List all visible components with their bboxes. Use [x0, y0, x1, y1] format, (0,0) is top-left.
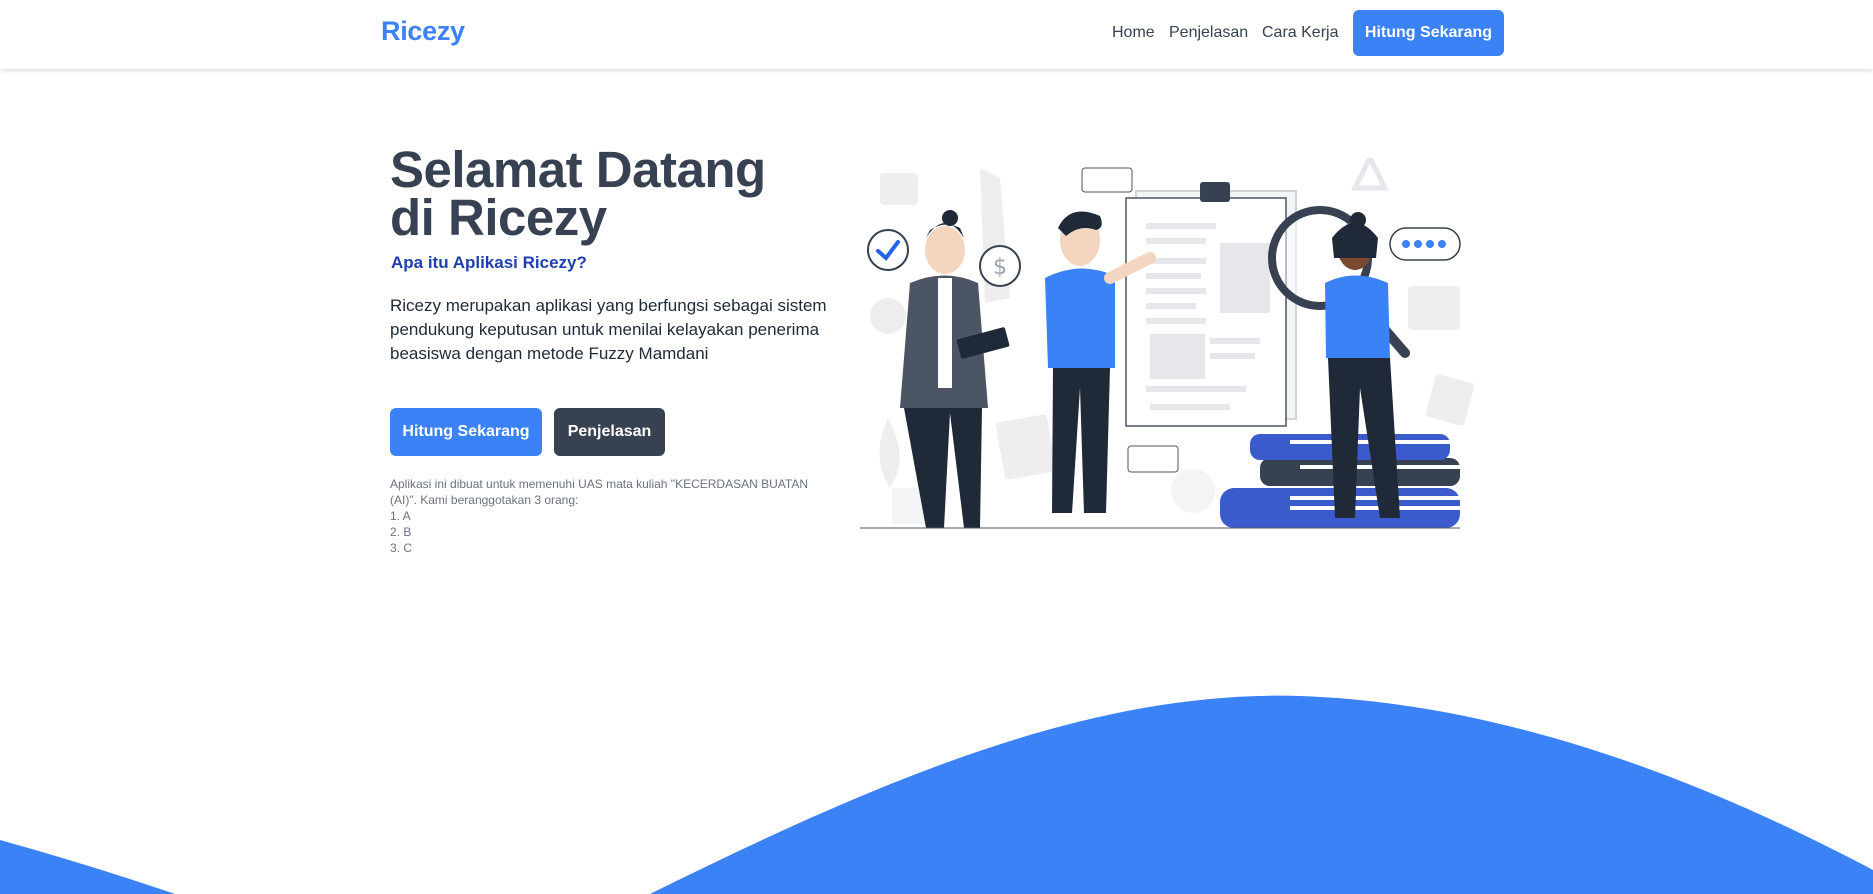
hero-title: Selamat Datang di Ricezy [390, 141, 850, 246]
hero-subtitle: Apa itu Aplikasi Ricezy? [391, 253, 587, 272]
member-item: 1. A [390, 509, 411, 523]
hitung-sekarang-button[interactable]: Hitung Sekarang [390, 408, 542, 456]
rating-bubble-icon [1389, 227, 1461, 261]
dollar-bubble-icon: $ [979, 245, 1021, 287]
navbar: Ricezy Home Penjelasan Cara Kerja Hitung… [0, 0, 1873, 69]
hero-title-line1: Selamat Datang [390, 141, 766, 198]
member-item: 3. C [390, 541, 413, 555]
wave-decoration [0, 695, 1873, 894]
nav-link-cara-kerja[interactable]: Cara Kerja [1262, 24, 1338, 42]
project-note-intro: Aplikasi ini dibuat untuk memenuhi UAS m… [390, 477, 808, 507]
checkmark-bubble-icon [867, 229, 909, 271]
hero-title-line2: di Ricezy [390, 189, 607, 246]
hero-description: Ricezy merupakan aplikasi yang berfungsi… [390, 296, 827, 363]
nav-link-penjelasan[interactable]: Penjelasan [1169, 24, 1248, 42]
nav-link-home[interactable]: Home [1112, 24, 1155, 42]
nav-hitung-sekarang-button[interactable]: Hitung Sekarang [1353, 10, 1504, 56]
brand-logo[interactable]: Ricezy [381, 16, 465, 47]
team-research-illustration: $ [860, 158, 1475, 529]
dollar-symbol: $ [993, 255, 1007, 280]
project-note: Aplikasi ini dibuat untuk memenuhi UAS m… [390, 476, 810, 556]
penjelasan-button[interactable]: Penjelasan [554, 408, 665, 456]
member-item: 2. B [390, 525, 412, 539]
